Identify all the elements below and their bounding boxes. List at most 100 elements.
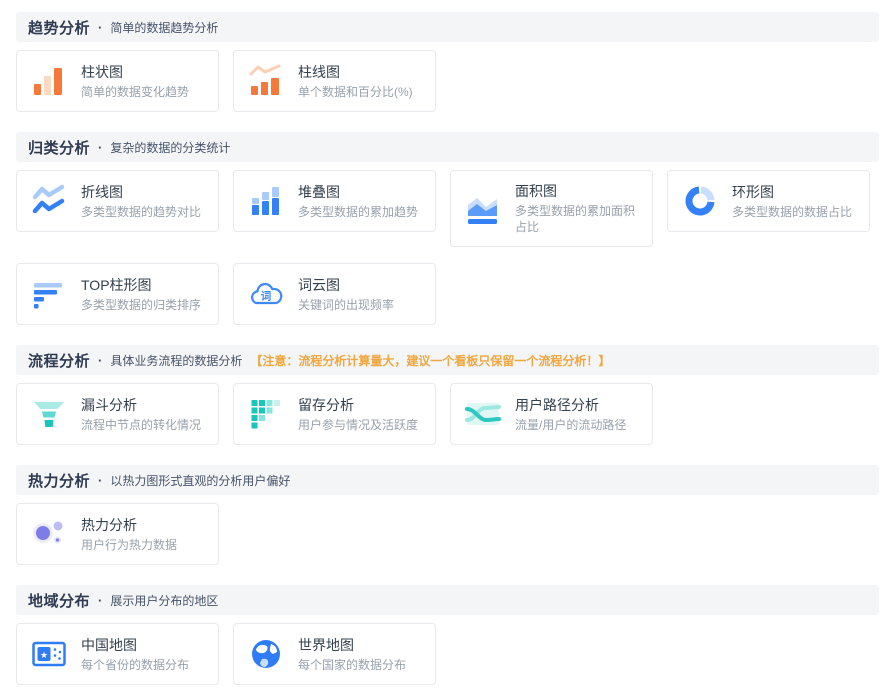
section-classify: 归类分析 · 复杂的数据的分类统计 折线图 多类型数据的趋势对比 [16,132,879,325]
card-top-bar-chart[interactable]: TOP柱形图 多类型数据的归类排序 [16,263,219,325]
card-text: TOP柱形图 多类型数据的归类排序 [81,276,201,313]
section-subtitle: 复杂的数据的分类统计 [110,139,230,156]
section-title: 趋势分析 [28,17,90,38]
stacked-bar-icon [248,183,284,219]
area-chart-icon [465,191,501,227]
card-world-map[interactable]: 世界地图 每个国家的数据分布 [233,623,436,685]
card-grid: ★ 中国地图 每个省份的数据分布 [16,623,879,685]
card-line-chart[interactable]: 折线图 多类型数据的趋势对比 [16,170,219,232]
card-text: 世界地图 每个国家的数据分布 [298,636,406,673]
card-text: 柱状图 简单的数据变化趋势 [81,63,189,100]
card-desc: 流程中节点的转化情况 [81,417,201,433]
card-desc: 多类型数据的数据占比 [732,204,852,220]
card-bar-chart[interactable]: 柱状图 简单的数据变化趋势 [16,50,219,112]
card-retention-analysis[interactable]: 留存分析 用户参与情况及活跃度 [233,383,436,445]
card-desc: 每个国家的数据分布 [298,657,406,673]
card-title: 留存分析 [298,396,418,415]
separator-dot: · [98,20,102,35]
card-title: 环形图 [732,183,852,202]
card-stacked-chart[interactable]: 堆叠图 多类型数据的累加趋势 [233,170,436,232]
chart-picker-page: 趋势分析 · 简单的数据趋势分析 柱状图 简单的数据变化趋势 [0,0,895,688]
card-text: 柱线图 单个数据和百分比(%) [298,63,413,100]
section-header-heat: 热力分析 · 以热力图形式直观的分析用户偏好 [16,465,879,495]
section-subtitle: 具体业务流程的数据分析 [110,352,242,369]
card-desc: 每个省份的数据分布 [81,657,189,673]
card-heat-analysis[interactable]: 热力分析 用户行为热力数据 [16,503,219,565]
wordcloud-icon: 词 [248,276,284,312]
card-desc: 用户行为热力数据 [81,537,177,553]
card-text: 环形图 多类型数据的数据占比 [732,183,852,220]
separator-dot: · [98,353,102,368]
svg-text:★: ★ [40,650,48,660]
section-header-process: 流程分析 · 具体业务流程的数据分析 【注意：流程分析计算量大，建议一个看板只保… [16,345,879,375]
separator-dot: · [98,593,102,608]
section-header-classify: 归类分析 · 复杂的数据的分类统计 [16,132,879,162]
bar-chart-icon [31,63,67,99]
card-desc: 单个数据和百分比(%) [298,84,413,100]
card-title: TOP柱形图 [81,276,201,295]
card-title: 用户路径分析 [515,396,626,415]
card-desc: 关键词的出现频率 [298,297,394,313]
section-subtitle: 简单的数据趋势分析 [110,19,218,36]
section-header-trend: 趋势分析 · 简单的数据趋势分析 [16,12,879,42]
card-bar-line-chart[interactable]: 柱线图 单个数据和百分比(%) [233,50,436,112]
card-donut-chart[interactable]: 环形图 多类型数据的数据占比 [667,170,870,232]
card-text: 折线图 多类型数据的趋势对比 [81,183,201,220]
card-text: 面积图 多类型数据的累加面积占比 [515,182,638,235]
funnel-icon [31,396,67,432]
card-title: 折线图 [81,183,201,202]
line-chart-icon [31,183,67,219]
card-text: 漏斗分析 流程中节点的转化情况 [81,396,201,433]
section-trend: 趋势分析 · 简单的数据趋势分析 柱状图 简单的数据变化趋势 [16,12,879,112]
card-grid: 柱状图 简单的数据变化趋势 柱线图 单个数据和百分比(%) [16,50,879,112]
card-grid: 漏斗分析 流程中节点的转化情况 [16,383,879,445]
card-funnel-analysis[interactable]: 漏斗分析 流程中节点的转化情况 [16,383,219,445]
china-map-icon: ★ [31,636,67,672]
card-wordcloud-chart[interactable]: 词 词云图 关键词的出现频率 [233,263,436,325]
separator-dot: · [98,473,102,488]
card-desc: 多类型数据的归类排序 [81,297,201,313]
card-desc: 简单的数据变化趋势 [81,84,189,100]
card-title: 热力分析 [81,516,177,535]
card-title: 柱状图 [81,63,189,82]
bar-line-icon [248,63,284,99]
card-text: 热力分析 用户行为热力数据 [81,516,177,553]
separator-dot: · [98,140,102,155]
card-user-path-analysis[interactable]: 用户路径分析 流量/用户的流动路径 [450,383,653,445]
top-bar-icon [31,276,67,312]
retention-grid-icon [248,396,284,432]
section-region: 地域分布 · 展示用户分布的地区 ★ [16,585,879,685]
user-path-icon [465,396,501,432]
card-title: 词云图 [298,276,394,295]
donut-chart-icon [682,183,718,219]
section-title: 流程分析 [28,350,90,371]
card-area-chart[interactable]: 面积图 多类型数据的累加面积占比 [450,170,653,247]
section-warning-note: 【注意：流程分析计算量大，建议一个看板只保留一个流程分析！】 [250,352,610,369]
card-desc: 多类型数据的累加趋势 [298,204,418,220]
section-process: 流程分析 · 具体业务流程的数据分析 【注意：流程分析计算量大，建议一个看板只保… [16,345,879,445]
card-text: 堆叠图 多类型数据的累加趋势 [298,183,418,220]
card-text: 词云图 关键词的出现频率 [298,276,394,313]
section-title: 热力分析 [28,470,90,491]
card-title: 漏斗分析 [81,396,201,415]
heatmap-icon [31,516,67,552]
section-heat: 热力分析 · 以热力图形式直观的分析用户偏好 热力分析 用户行为热力数据 [16,465,879,565]
card-title: 柱线图 [298,63,413,82]
card-grid: 热力分析 用户行为热力数据 [16,503,879,565]
section-subtitle: 展示用户分布的地区 [110,592,218,609]
section-subtitle: 以热力图形式直观的分析用户偏好 [110,472,290,489]
card-grid: 折线图 多类型数据的趋势对比 堆叠图 [16,170,879,325]
svg-text:词: 词 [261,290,272,303]
world-map-icon [248,636,284,672]
card-china-map[interactable]: ★ 中国地图 每个省份的数据分布 [16,623,219,685]
section-title: 地域分布 [28,590,90,611]
card-desc: 流量/用户的流动路径 [515,417,626,433]
card-text: 留存分析 用户参与情况及活跃度 [298,396,418,433]
card-title: 世界地图 [298,636,406,655]
card-desc: 多类型数据的趋势对比 [81,204,201,220]
card-desc: 多类型数据的累加面积占比 [515,203,638,235]
card-text: 中国地图 每个省份的数据分布 [81,636,189,673]
section-title: 归类分析 [28,137,90,158]
card-desc: 用户参与情况及活跃度 [298,417,418,433]
card-title: 中国地图 [81,636,189,655]
